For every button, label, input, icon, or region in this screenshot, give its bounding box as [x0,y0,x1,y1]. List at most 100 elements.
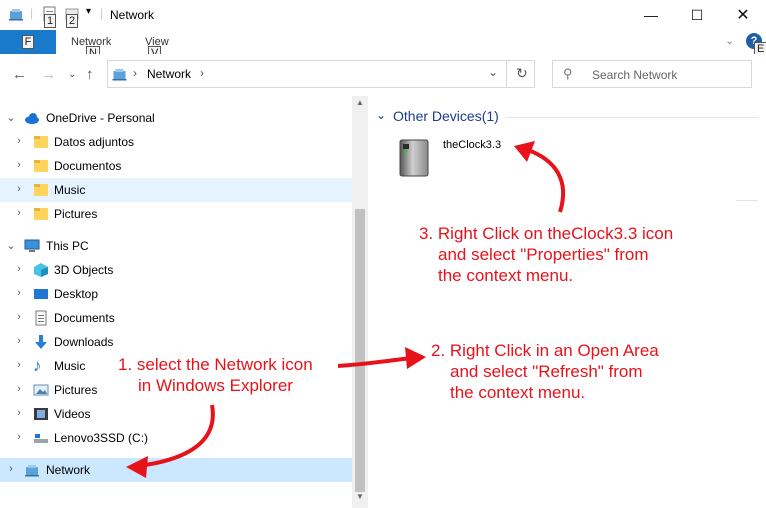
chevron-right-icon[interactable]: › [14,311,24,323]
annotation-step3-line3: the context menu. [438,266,574,285]
window-title: Network [110,8,155,22]
chevron-right-icon[interactable]: › [14,287,24,299]
music-icon: ♪ [33,356,42,375]
pictures-icon [33,384,49,396]
chevron-down-icon[interactable]: ⌄ [6,239,16,252]
network-icon [25,465,39,477]
content-divider [736,200,758,201]
search-icon: ⚲ [563,66,573,81]
chevron-right-icon[interactable]: › [14,159,24,171]
network-icon [112,69,127,81]
videos-icon [34,408,48,420]
qa-customize-icon[interactable]: ▾ [86,6,91,17]
nav-label: Network [46,463,91,477]
nav-label: Pictures [54,207,98,221]
back-icon[interactable]: ← [12,66,27,83]
nav-label: Music [54,183,86,197]
breadcrumb-chevron-icon[interactable]: › [133,66,137,80]
nav-item-pictures-onedrive[interactable]: › Pictures [0,202,352,226]
annotation-step2-line3: the context menu. [450,383,586,402]
nav-label: Desktop [54,287,99,301]
nav-item-documents[interactable]: › Documents [0,306,352,330]
nav-label: OneDrive - Personal [46,111,155,125]
annotation-step1-line1: 1. select the Network icon [118,355,313,374]
folder-icon [34,136,48,148]
chevron-right-icon[interactable]: › [14,207,24,219]
keytip-2: 2 [66,14,79,28]
chevron-right-icon[interactable]: › [14,431,24,443]
recent-locations-icon[interactable]: ⌄ [68,69,76,80]
address-bar[interactable]: › Network › ⌄ ↻ [107,60,535,88]
qa-separator: | [30,6,34,20]
maximize-button[interactable]: ☐ [674,0,720,30]
scroll-up-icon[interactable]: ▲ [356,98,364,107]
chevron-right-icon[interactable]: › [14,383,24,395]
title-separator: | [100,6,104,20]
nav-item-lenovo3ssd[interactable]: › Lenovo3SSD (C:) [0,426,352,450]
nav-item-datos-adjuntos[interactable]: › Datos adjuntos [0,130,352,154]
annotation-step2-line1: 2. Right Click in an Open Area [431,341,659,360]
folder-icon [34,208,48,220]
address-dropdown-icon[interactable]: ⌄ [488,65,498,79]
address-row: ← → ⌄ ↑ › Network › ⌄ ↻ ⚲ Search Network [0,54,766,96]
annotation-step3-line1: 3. Right Click on theClock3.3 icon [419,224,674,243]
nav-label: Music [54,359,86,373]
device-name[interactable]: theClock3.3 [443,139,501,151]
chevron-right-icon[interactable]: › [14,135,24,147]
download-icon [35,335,47,349]
search-input[interactable]: Search Network [592,68,677,82]
cloud-icon [25,113,39,124]
nav-label: Lenovo3SSD (C:) [54,431,149,445]
forward-icon[interactable]: → [41,66,56,83]
chevron-right-icon[interactable]: › [6,463,16,475]
nav-item-network[interactable]: › Network [0,458,352,482]
keytip-1: 1 [44,14,57,28]
chevron-down-icon[interactable]: ⌄ [6,111,16,124]
nav-label: Documentos [54,159,122,173]
device-icon [399,139,429,177]
nav-item-videos[interactable]: › Videos [0,402,352,426]
close-button[interactable]: ✕ [720,0,766,30]
folder-icon [34,184,48,196]
device-item-theclock[interactable]: theClock3.3 [390,132,540,188]
ribbon-expand-icon[interactable]: ⌄ [725,34,734,47]
chevron-right-icon[interactable]: › [14,407,24,419]
desktop-icon [34,289,48,299]
nav-label: 3D Objects [54,263,114,277]
file-tab[interactable]: F [0,30,56,54]
folder-icon [34,160,48,172]
nav-item-3d-objects[interactable]: › 3D Objects [0,258,352,282]
file-keytip: F [21,35,35,49]
annotation-step2-line2: and select "Refresh" from [450,362,643,381]
nav-label: Downloads [54,335,114,349]
nav-item-desktop[interactable]: › Desktop [0,282,352,306]
nav-item-documentos[interactable]: › Documentos [0,154,352,178]
breadcrumb-network[interactable]: Network [147,67,191,81]
chevron-right-icon[interactable]: › [14,183,24,195]
nav-item-onedrive[interactable]: ⌄ OneDrive - Personal [0,106,352,130]
breadcrumb-chevron-icon[interactable]: › [200,66,204,80]
nav-item-downloads[interactable]: › Downloads [0,330,352,354]
refresh-icon[interactable]: ↻ [516,65,528,82]
nav-item-music-onedrive[interactable]: › Music [0,178,352,202]
nav-label: This PC [46,239,89,253]
chevron-right-icon[interactable]: › [14,335,24,347]
group-header-other-devices[interactable]: Other Devices(1) [393,108,499,124]
title-bar: | 1 2 ▾ | Network — ☐ ✕ [0,0,766,30]
ribbon: F Network N View V ⌄ ? E [0,30,766,60]
chevron-down-icon[interactable]: ⌄ [376,108,386,122]
nav-label: Documents [54,311,115,325]
chevron-right-icon[interactable]: › [14,359,24,371]
nav-label: Videos [54,407,91,421]
navigation-pane: ⌄ OneDrive - Personal › Datos adjuntos ›… [0,96,368,508]
network-app-icon [9,9,23,21]
up-icon[interactable]: ↑ [86,66,94,83]
minimize-button[interactable]: — [628,0,674,30]
annotation-step1-line2: in Windows Explorer [138,376,293,395]
chevron-right-icon[interactable]: › [14,263,24,275]
scroll-down-icon[interactable]: ▼ [356,492,364,501]
content-area[interactable]: ⌄ Other Devices(1) theClock3.3 [368,96,766,508]
search-box[interactable]: ⚲ Search Network [552,60,752,88]
nav-item-this-pc[interactable]: ⌄ This PC [0,234,352,258]
nav-scrollbar-thumb[interactable] [355,209,365,492]
